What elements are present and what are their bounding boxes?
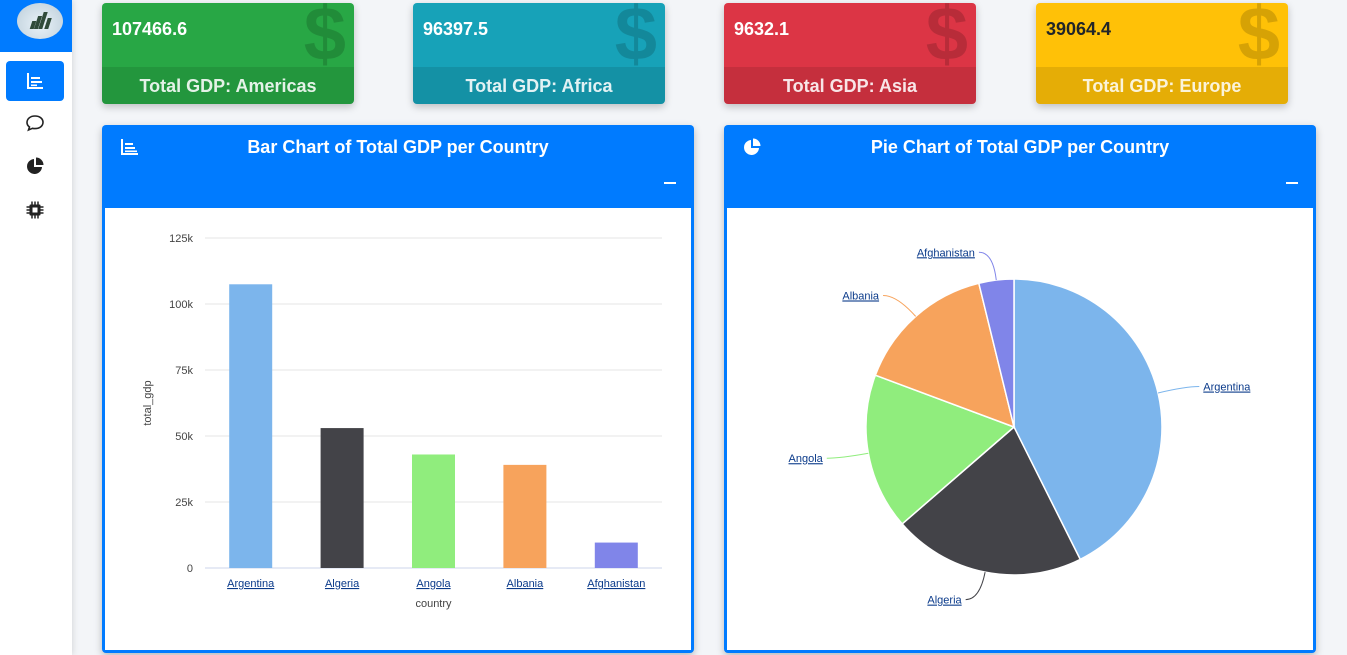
slice-label[interactable]: Algeria: [927, 595, 962, 607]
connector-line: [826, 452, 869, 459]
panel-title: Pie Chart of Total GDP per Country: [870, 137, 1170, 157]
dollar-icon: $: [1237, 3, 1280, 77]
card-americas: 107466.6 $ Total GDP: Americas: [102, 3, 354, 104]
bar-chart-body: 0 25k 50k 75k 100k 125k Argentina Algeria Angola…: [105, 208, 691, 650]
bar-algeria[interactable]: [320, 428, 364, 568]
nav-pie-chart[interactable]: [6, 146, 64, 186]
bar-chart-icon: [27, 73, 43, 89]
bar-afghanistan[interactable]: [594, 542, 638, 568]
logo-area[interactable]: [0, 0, 72, 52]
nav-chip[interactable]: [6, 190, 64, 230]
connector-line: [978, 251, 997, 281]
pie-chart-icon: [27, 157, 44, 174]
x-axis-title: country: [415, 598, 452, 610]
y-tick-label: 75k: [175, 365, 193, 377]
dollar-icon: $: [925, 3, 968, 77]
collapse-icon[interactable]: [1286, 182, 1298, 184]
card-label: Total GDP: Africa: [413, 67, 665, 104]
card-europe: 39064.4 $ Total GDP: Europe: [1036, 3, 1288, 104]
slice-label[interactable]: Afghanistan: [917, 247, 975, 259]
card-value: 9632.1: [734, 19, 790, 39]
x-tick-label[interactable]: Argentina: [227, 578, 275, 590]
dollar-icon: $: [303, 3, 346, 77]
bar-chart: 0 25k 50k 75k 100k 125k Argentina Algeria Angola…: [142, 233, 662, 610]
card-africa: 96397.5 $ Total GDP: Africa: [413, 3, 665, 104]
nav-bar-chart[interactable]: [6, 61, 64, 101]
bar-chart-panel: Bar Chart of Total GDP per Country 0 25k 5…: [102, 125, 694, 653]
pie-chart-body: Argentina Algeria Angola Albania Afghanistan: [727, 208, 1313, 650]
chat-bubble-icon: [26, 115, 44, 132]
y-tick-label: 100k: [169, 299, 193, 311]
connector-line: [965, 572, 986, 601]
card-label: Total GDP: Asia: [724, 67, 976, 104]
card-label: Total GDP: Americas: [102, 67, 354, 104]
y-tick-label: 0: [187, 563, 193, 575]
logo-icon: [17, 3, 63, 39]
card-value: 39064.4: [1046, 19, 1112, 39]
panel-title: Bar Chart of Total GDP per Country: [247, 137, 549, 157]
x-tick-label[interactable]: Albania: [507, 578, 545, 590]
bar-albania[interactable]: [503, 464, 547, 568]
x-tick-label[interactable]: Angola: [416, 578, 451, 590]
x-tick-label[interactable]: Afghanistan: [587, 578, 645, 590]
slice-label[interactable]: Albania: [842, 290, 880, 302]
y-axis-title: total_gdp: [142, 380, 154, 425]
card-value: 107466.6: [112, 19, 188, 39]
connector-line: [1157, 386, 1200, 394]
y-tick-label: 50k: [175, 431, 193, 443]
pie-chart-panel: Pie Chart of Total GDP per Country Argen…: [724, 125, 1316, 653]
sidebar: [0, 0, 72, 655]
bar-argentina[interactable]: [229, 284, 273, 568]
slice-label[interactable]: Argentina: [1203, 382, 1251, 394]
x-tick-label[interactable]: Algeria: [325, 578, 360, 590]
card-label: Total GDP: Europe: [1036, 67, 1288, 104]
connector-line: [883, 294, 917, 317]
cpu-chip-icon: [26, 201, 44, 219]
card-asia: 9632.1 $ Total GDP: Asia: [724, 3, 976, 104]
nav-chat[interactable]: [6, 103, 64, 143]
slice-label[interactable]: Angola: [789, 453, 824, 465]
pie-chart: Argentina Algeria Angola Albania Afghanistan: [789, 247, 1252, 607]
bar-angola[interactable]: [412, 454, 455, 568]
card-value: 96397.5: [423, 19, 489, 39]
collapse-icon[interactable]: [664, 182, 676, 184]
y-tick-label: 25k: [175, 497, 193, 509]
y-tick-label: 125k: [169, 233, 193, 245]
dollar-icon: $: [614, 3, 657, 77]
